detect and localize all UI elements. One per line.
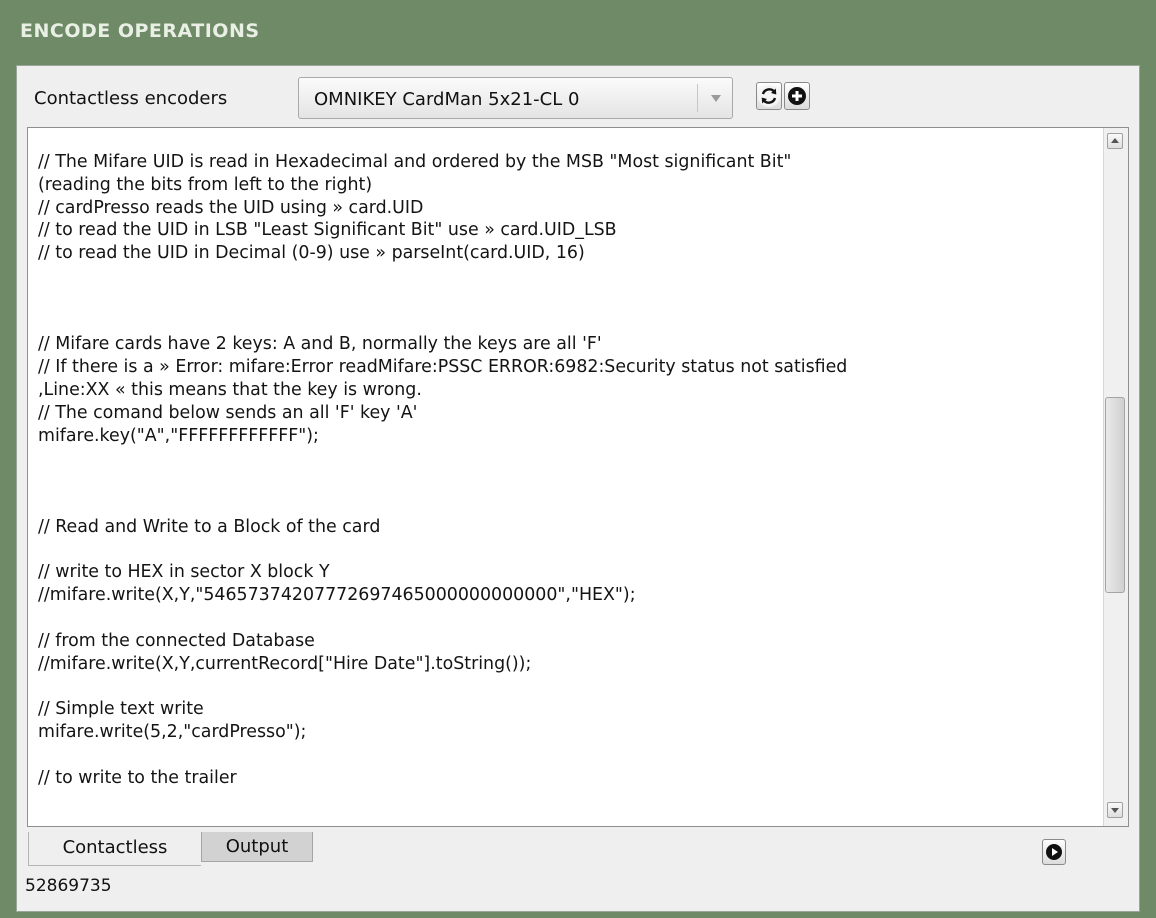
scroll-down-button[interactable]: [1107, 802, 1123, 818]
code-line: // The Mifare UID is read in Hexadecimal…: [38, 152, 792, 172]
code-line: // to read the UID in Decimal (0-9) use …: [38, 243, 585, 264]
code-line: // to read the UID in LSB "Least Signifi…: [38, 220, 617, 241]
code-line: //mifare.write(X,Y,"54657374207772697465…: [38, 585, 636, 606]
code-line: // Mifare cards have 2 keys: A and B, no…: [38, 334, 602, 355]
code-line: mifare.key("A","FFFFFFFFFFFF");: [38, 425, 319, 446]
encoders-label: Contactless encoders: [34, 88, 228, 109]
code-line: // cardPresso reads the UID using » card…: [38, 197, 424, 218]
code-line: mifare.write(5,2,"cardPresso");: [38, 721, 307, 742]
encoder-select[interactable]: OMNIKEY CardMan 5x21-CL 0: [298, 77, 733, 119]
combo-separator: [697, 84, 698, 112]
code-line: // The comand below sends an all 'F' key…: [38, 402, 418, 423]
code-line: // write to HEX in sector X block Y: [38, 562, 330, 583]
add-circle-icon: [788, 87, 806, 105]
add-encoder-button[interactable]: [784, 82, 810, 110]
script-code[interactable]: // The Mifare UID is read in Hexadecimal…: [38, 151, 1098, 789]
tab-output[interactable]: Output: [201, 832, 313, 862]
code-line: // Read and Write to a Block of the card: [38, 516, 381, 537]
code-line: ,Line:XX « this means that the key is wr…: [38, 379, 422, 400]
script-editor[interactable]: // The Mifare UID is read in Hexadecimal…: [27, 127, 1129, 827]
code-line: // If there is a » Error: mifare:Error r…: [38, 357, 848, 378]
status-value: 52869735: [25, 876, 112, 896]
code-line: (reading the bits from left to the right…: [38, 174, 373, 195]
header-bar: ENCODE OPERATIONS: [0, 0, 1156, 60]
scroll-thumb[interactable]: [1105, 397, 1125, 593]
code-line: // Simple text write: [38, 699, 204, 720]
tab-contactless[interactable]: Contactless: [28, 832, 201, 866]
page-title: ENCODE OPERATIONS: [20, 20, 260, 42]
code-line: // to write to the trailer: [38, 767, 237, 788]
scroll-up-button[interactable]: [1107, 133, 1123, 149]
refresh-button[interactable]: [756, 82, 782, 110]
code-line: // from the connected Database: [38, 630, 315, 651]
run-button[interactable]: [1042, 839, 1066, 865]
vertical-scrollbar[interactable]: [1103, 128, 1128, 826]
refresh-icon: [758, 85, 780, 107]
play-circle-icon: [1046, 844, 1062, 860]
chevron-up-icon: [1111, 138, 1119, 143]
encoder-select-value: OMNIKEY CardMan 5x21-CL 0: [314, 89, 580, 110]
encode-panel: Contactless encoders OMNIKEY CardMan 5x2…: [16, 65, 1140, 912]
chevron-down-icon[interactable]: [711, 95, 721, 102]
chevron-down-icon: [1111, 808, 1119, 813]
code-line: //mifare.write(X,Y,currentRecord["Hire D…: [38, 653, 532, 674]
